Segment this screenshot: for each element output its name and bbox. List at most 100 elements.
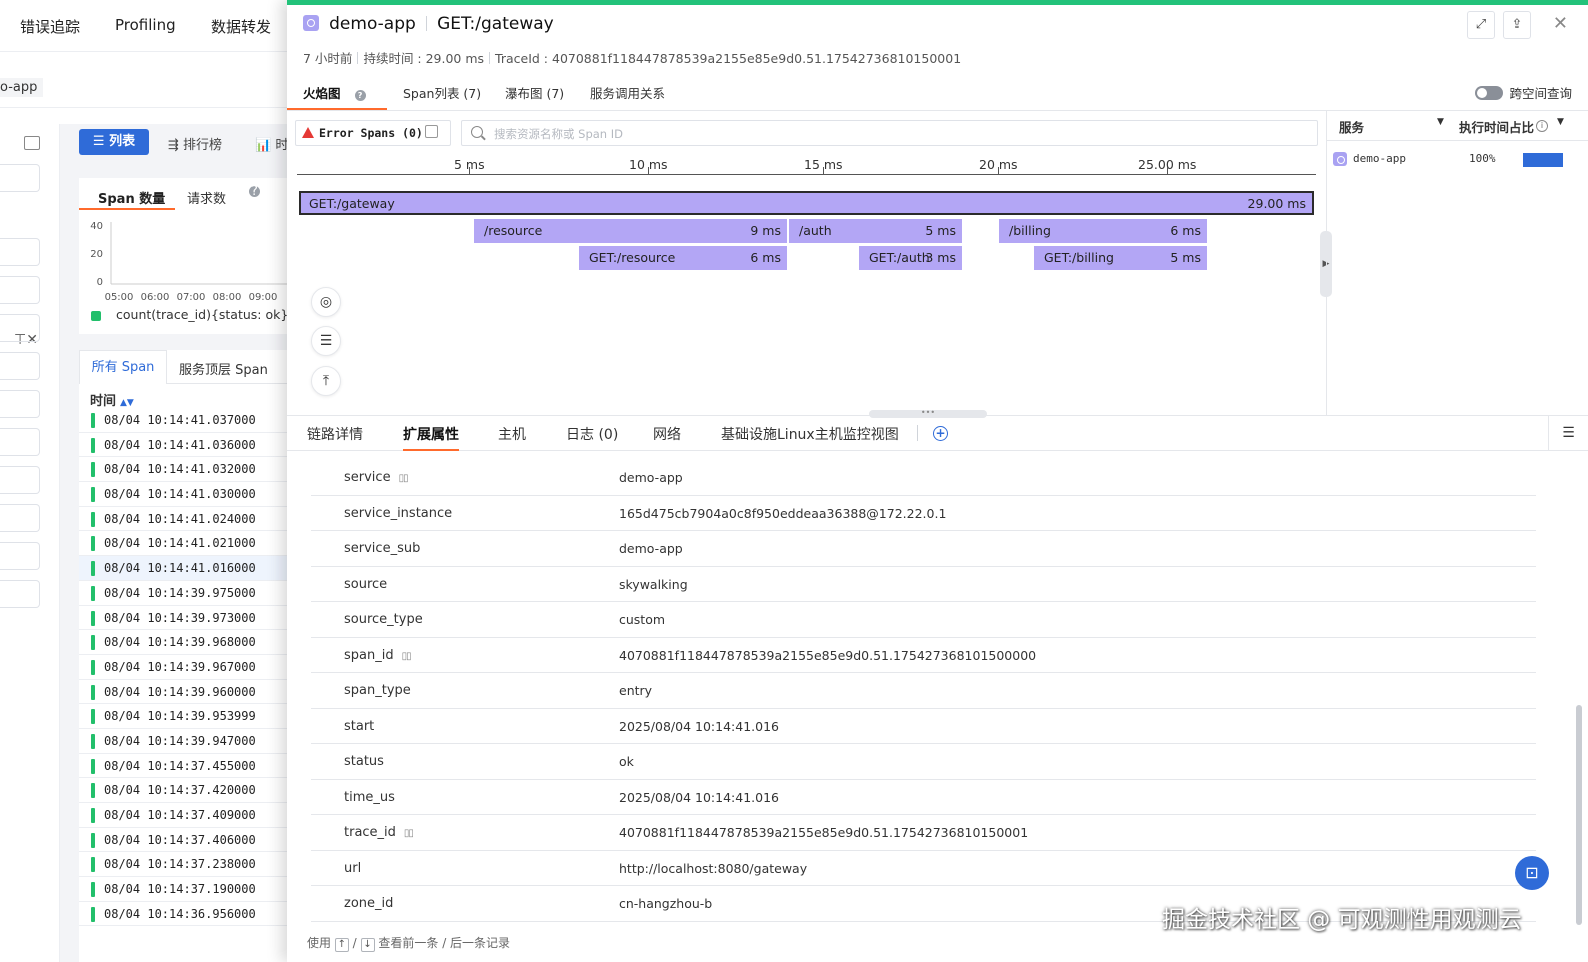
error-spans-filter[interactable]: Error Spans (0) xyxy=(295,120,451,146)
filter-field[interactable] xyxy=(0,314,40,342)
ratio-dropdown-icon[interactable]: ▼ xyxy=(1557,117,1564,127)
tab-extended-attributes[interactable]: 扩展属性 xyxy=(403,424,459,444)
time-list-row[interactable]: 08/04 10:14:37.420000 xyxy=(79,778,300,803)
filter-field[interactable] xyxy=(0,504,40,532)
add-column-icon[interactable]: ▯▯ xyxy=(402,651,412,662)
list-icon[interactable]: ☰ xyxy=(311,326,341,356)
time-list-row[interactable]: 08/04 10:14:37.190000 xyxy=(79,877,300,902)
time-list-row[interactable]: 08/04 10:14:41.024000 xyxy=(79,507,300,532)
column-settings-icon[interactable]: ☰ xyxy=(1548,415,1588,451)
attribute-row[interactable]: source skywalking xyxy=(311,567,1536,602)
nav-item-data-forward[interactable]: 数据转发 xyxy=(211,16,271,37)
time-list-row[interactable]: 08/04 10:14:41.036000 xyxy=(79,433,300,458)
filter-field[interactable] xyxy=(0,466,40,494)
tab-span-list[interactable]: Span列表 (7) xyxy=(403,83,481,102)
nav-item-error-tracking[interactable]: 错误追踪 xyxy=(20,16,80,37)
tab-service-map[interactable]: 服务调用关系 xyxy=(590,83,665,102)
attribute-row[interactable]: span_id ▯▯ 4070881f118447878539a2155e85e9d… xyxy=(311,638,1536,673)
tab-logs[interactable]: 日志 (0) xyxy=(566,424,618,444)
flame-span-bar[interactable]: /auth 5 ms xyxy=(789,219,962,243)
cross-space-query[interactable]: 跨空间查询 xyxy=(1475,83,1572,102)
attribute-row[interactable]: url http://localhost:8080/gateway xyxy=(311,851,1536,886)
attribute-row[interactable]: span_type entry xyxy=(311,673,1536,709)
attribute-row[interactable]: trace_id ▯▯ 4070881f118447878539a2155e85e9… xyxy=(311,815,1536,851)
share-icon[interactable]: ⇪ xyxy=(1503,11,1531,39)
attribute-row[interactable]: service_instance 165d475cb7904a0c8f950edd… xyxy=(311,496,1536,531)
add-column-icon[interactable]: ▯▯ xyxy=(399,473,409,484)
back-to-top-icon[interactable]: ⤒ xyxy=(311,366,341,396)
time-list-row[interactable]: 08/04 10:14:36.956000 xyxy=(79,902,300,927)
tab-all-span[interactable]: 所有 Span xyxy=(79,350,167,384)
time-view-button[interactable]: 📊 时 xyxy=(255,134,288,153)
time-list-row[interactable]: 08/04 10:14:41.032000 xyxy=(79,457,300,483)
fullscreen-icon[interactable]: ⤢ xyxy=(1467,11,1495,39)
time-list-row[interactable]: 08/04 10:14:39.960000 xyxy=(79,680,300,705)
scrollbar[interactable] xyxy=(1576,705,1582,925)
service-column-header[interactable]: 服务 xyxy=(1339,117,1364,136)
error-spans-checkbox[interactable] xyxy=(425,125,438,138)
screenshot-icon[interactable]: ⊡ xyxy=(1515,856,1549,890)
axis-tick-label: 20 ms xyxy=(979,157,1018,175)
flame-span-bar[interactable]: /billing 6 ms xyxy=(999,219,1207,243)
attribute-value: 4070881f118447878539a2155e85e9d0.51.1754… xyxy=(619,825,1029,840)
flame-span-bar[interactable]: GET:/billing 5 ms xyxy=(1034,246,1207,270)
time-list-row[interactable]: 08/04 10:14:37.409000 xyxy=(79,803,300,828)
list-view-button[interactable]: ☰ 列表 xyxy=(79,129,149,155)
tab-host[interactable]: 主机 xyxy=(498,424,526,444)
time-list-row[interactable]: 08/04 10:14:39.953999 xyxy=(79,704,300,729)
tab-network[interactable]: 网络 xyxy=(653,424,681,444)
filter-field[interactable] xyxy=(0,238,40,266)
tab-flame-graph[interactable]: 火焰图? xyxy=(303,83,366,102)
attribute-row[interactable]: time_us 2025/08/04 10:14:41.016 xyxy=(311,780,1536,815)
filter-field[interactable] xyxy=(0,428,40,456)
close-icon[interactable]: ✕ xyxy=(1553,13,1568,34)
time-list-row[interactable]: 08/04 10:14:37.455000 xyxy=(79,754,300,779)
filter-field[interactable] xyxy=(0,352,40,380)
time-list-row[interactable]: 08/04 10:14:37.238000 xyxy=(79,852,300,878)
locate-icon[interactable]: ◎ xyxy=(311,287,341,317)
time-list-row[interactable]: 08/04 10:14:37.406000 xyxy=(79,828,300,853)
time-list-row[interactable]: 08/04 10:14:39.947000 xyxy=(79,729,300,754)
cross-space-toggle[interactable] xyxy=(1475,86,1504,100)
time-list-row[interactable]: 08/04 10:14:39.973000 xyxy=(79,606,300,631)
add-column-icon[interactable]: ▯▯ xyxy=(404,828,414,839)
flame-span-bar[interactable]: GET:/auth 3 ms xyxy=(859,246,962,270)
filter-field[interactable] xyxy=(0,390,40,418)
add-view-icon[interactable]: + xyxy=(933,426,948,441)
time-list-row[interactable]: 08/04 10:14:41.016000 xyxy=(79,556,300,581)
tab-linux-host-view[interactable]: 基础设施Linux主机监控视图 xyxy=(721,424,899,444)
tab-waterfall[interactable]: 瀑布图 (7) xyxy=(505,83,564,102)
flame-span-bar[interactable]: GET:/gateway 29.00 ms xyxy=(299,191,1314,215)
filter-field[interactable] xyxy=(0,276,40,304)
rank-view-button[interactable]: ⇶ 排行榜 xyxy=(168,134,222,153)
filter-field[interactable] xyxy=(0,542,40,570)
tab-trace-detail[interactable]: 链路详情 xyxy=(307,424,363,444)
tab-top-span[interactable]: 服务顶层 Span xyxy=(179,359,268,378)
time-list-row[interactable]: 08/04 10:14:39.968000 xyxy=(79,630,300,655)
span-search[interactable]: 搜索资源名称或 Span ID xyxy=(461,120,1318,146)
attribute-row[interactable]: source_type custom xyxy=(311,602,1536,638)
attribute-row[interactable]: service_sub demo-app xyxy=(311,531,1536,567)
flame-span-bar[interactable]: GET:/resource 6 ms xyxy=(579,246,787,270)
collapse-sidebar-icon[interactable] xyxy=(24,136,40,150)
app-selector-chip[interactable]: o-app xyxy=(0,78,44,97)
attribute-row[interactable]: start 2025/08/04 10:14:41.016 xyxy=(311,709,1536,744)
filter-field[interactable] xyxy=(0,164,40,192)
flame-span-bar[interactable]: /resource 9 ms xyxy=(474,219,787,243)
sort-desc-icon[interactable]: ▲▼ xyxy=(120,398,134,408)
filter-field[interactable] xyxy=(0,580,40,608)
ratio-column-header[interactable]: 执行时间占比 xyxy=(1459,117,1534,136)
service-ratio-row[interactable]: demo-app 100% xyxy=(1327,149,1588,171)
time-list-row[interactable]: 08/04 10:14:41.030000 xyxy=(79,482,300,507)
tab-request-count[interactable]: 请求数 xyxy=(187,188,226,207)
attribute-row[interactable]: service ▯▯ demo-app xyxy=(311,460,1536,496)
time-column-header[interactable]: 时间 ▲▼ xyxy=(90,390,134,409)
service-dropdown-icon[interactable]: ▼ xyxy=(1437,117,1444,127)
time-list-row[interactable]: 08/04 10:14:39.975000 xyxy=(79,581,300,606)
time-list-row[interactable]: 08/04 10:14:39.967000 xyxy=(79,655,300,680)
tab-span-count[interactable]: Span 数量 xyxy=(98,188,165,207)
attribute-row[interactable]: status ok xyxy=(311,744,1536,780)
nav-item-profiling[interactable]: Profiling xyxy=(115,16,176,34)
time-list-row[interactable]: 08/04 10:14:41.037000 xyxy=(79,408,300,433)
time-list-row[interactable]: 08/04 10:14:41.021000 xyxy=(79,531,300,557)
